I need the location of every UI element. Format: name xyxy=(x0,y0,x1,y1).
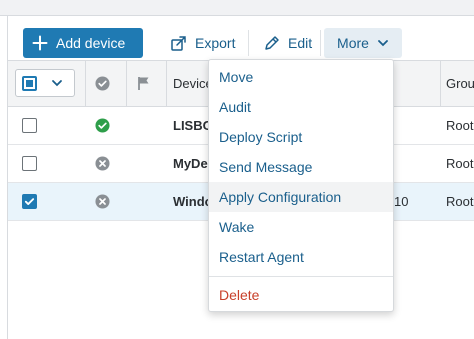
menu-item-apply-configuration[interactable]: Apply Configuration xyxy=(209,182,393,212)
flag-icon[interactable] xyxy=(137,76,151,91)
toolbar-divider xyxy=(248,30,249,56)
menu-item-move[interactable]: Move xyxy=(209,62,393,92)
menu-item-wake[interactable]: Wake xyxy=(209,212,393,242)
row-checkbox[interactable] xyxy=(22,156,37,171)
row-checkbox[interactable] xyxy=(22,118,37,133)
add-device-label: Add device xyxy=(56,35,126,51)
export-icon xyxy=(171,35,186,51)
row-checkbox[interactable] xyxy=(22,194,37,209)
device-group: Root xyxy=(446,194,474,209)
column-header-group[interactable]: Group xyxy=(446,76,474,91)
toolbar: Add device Export Edit More xyxy=(8,16,474,60)
device-group: Root xyxy=(446,156,474,171)
column-divider xyxy=(440,61,441,106)
column-divider xyxy=(126,61,127,106)
more-button[interactable]: More xyxy=(324,28,402,58)
column-header-device[interactable]: Device xyxy=(173,76,213,91)
select-all-checkbox[interactable] xyxy=(22,75,37,91)
device-group: Root xyxy=(446,118,474,133)
pencil-icon xyxy=(265,35,279,50)
device-name[interactable]: MyDe xyxy=(173,156,208,171)
column-divider xyxy=(85,61,86,106)
menu-divider xyxy=(209,276,393,277)
export-button[interactable]: Export xyxy=(162,28,243,58)
top-strip xyxy=(0,0,474,16)
online-status-icon xyxy=(95,118,110,133)
menu-item-delete[interactable]: Delete xyxy=(209,280,393,310)
device-name[interactable]: LISBO xyxy=(173,118,213,133)
offline-status-icon xyxy=(95,156,110,171)
menu-item-restart-agent[interactable]: Restart Agent xyxy=(209,242,393,272)
plus-icon xyxy=(32,35,48,51)
select-all-dropdown[interactable] xyxy=(15,69,75,97)
menu-item-audit[interactable]: Audit xyxy=(209,92,393,122)
chevron-down-icon xyxy=(378,40,388,47)
more-label: More xyxy=(337,35,369,51)
more-dropdown-menu: Move Audit Deploy Script Send Message Ap… xyxy=(208,59,394,312)
device-name[interactable]: Windo xyxy=(173,194,213,209)
status-column-icon[interactable] xyxy=(95,76,110,91)
chevron-down-icon xyxy=(52,80,62,87)
os-version-fragment: 10 xyxy=(394,194,409,209)
edit-label: Edit xyxy=(288,35,313,51)
checkmark-icon xyxy=(24,198,35,205)
menu-item-send-message[interactable]: Send Message xyxy=(209,152,393,182)
menu-item-deploy-script[interactable]: Deploy Script xyxy=(209,122,393,152)
toolbar-divider xyxy=(320,30,321,56)
export-label: Export xyxy=(195,35,236,51)
edit-button[interactable]: Edit xyxy=(255,28,320,58)
offline-status-icon xyxy=(95,194,110,209)
column-divider xyxy=(166,61,167,106)
add-device-button[interactable]: Add device xyxy=(23,28,143,58)
